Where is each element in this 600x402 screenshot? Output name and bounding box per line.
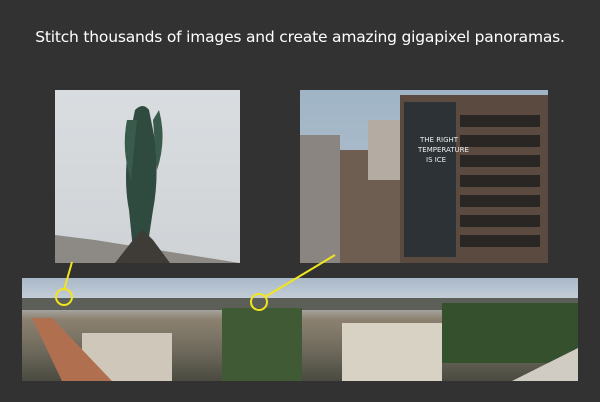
callout-circle-right xyxy=(250,293,268,311)
callout-overlay xyxy=(55,254,336,311)
callout-line-right xyxy=(264,254,336,298)
callout-circle-left xyxy=(55,288,73,306)
callout-line-left xyxy=(63,261,73,291)
